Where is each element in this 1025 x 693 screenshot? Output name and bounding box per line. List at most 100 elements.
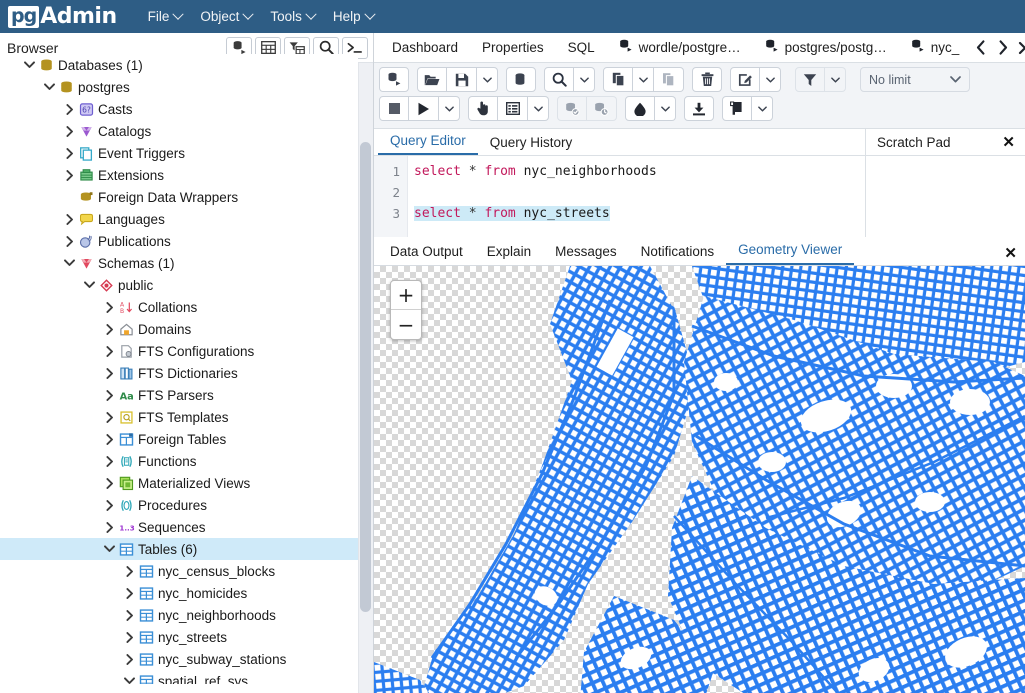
chevron-right-icon[interactable] [102, 368, 117, 379]
tree-item-foreign-data-wrappers[interactable]: Foreign Data Wrappers [0, 186, 358, 208]
tree-item-nyc-homicides[interactable]: nyc_homicides [0, 582, 358, 604]
download-results-button[interactable] [684, 96, 714, 121]
chevron-right-icon[interactable] [122, 654, 137, 665]
tree-item-nyc-neighborhoods[interactable]: nyc_neighborhoods [0, 604, 358, 626]
chevron-right-icon[interactable] [102, 390, 117, 401]
chevron-right-icon[interactable] [122, 610, 137, 621]
filter-button[interactable] [795, 67, 825, 92]
tree-item-event-triggers[interactable]: Event Triggers [0, 142, 358, 164]
tree-item-domains[interactable]: Domains [0, 318, 358, 340]
menu-tools[interactable]: Tools [261, 5, 324, 28]
chevron-right-icon[interactable] [102, 478, 117, 489]
save-file-options-button[interactable] [477, 67, 498, 92]
find-button[interactable] [544, 67, 574, 92]
row-limit-select[interactable]: No limit [860, 67, 970, 92]
code-line[interactable] [414, 182, 865, 203]
chevron-right-icon[interactable] [102, 346, 117, 357]
edit-options-button[interactable] [730, 67, 760, 92]
save-file-button[interactable] [447, 67, 477, 92]
chevron-right-icon[interactable] [62, 236, 77, 247]
tree-item-extensions[interactable]: Extensions [0, 164, 358, 186]
edit-options-caret-button[interactable] [760, 67, 781, 92]
stop-query-button[interactable] [379, 96, 409, 121]
results-tab-data-output[interactable]: Data Output [378, 244, 475, 265]
tree-item-foreign-tables[interactable]: Foreign Tables [0, 428, 358, 450]
chevron-right-icon[interactable] [102, 522, 117, 533]
rollback-button[interactable] [587, 96, 617, 121]
tree-item-languages[interactable]: Languages [0, 208, 358, 230]
tree-item-nyc-census-blocks[interactable]: nyc_census_blocks [0, 560, 358, 582]
clear-options-button[interactable] [655, 96, 676, 121]
results-tab-explain[interactable]: Explain [475, 244, 543, 265]
close-icon[interactable]: ✕ [1002, 135, 1015, 150]
document-tab-wordle-postgre[interactable]: wordle/postgre… [607, 33, 753, 62]
tree-item-databases-1[interactable]: Databases (1) [0, 54, 358, 76]
chevron-right-icon[interactable] [102, 456, 117, 467]
commit-button[interactable] [557, 96, 587, 121]
tab-query-editor[interactable]: Query Editor [378, 133, 478, 155]
tree-item-casts[interactable]: 6?Casts [0, 98, 358, 120]
chevron-right-icon[interactable] [122, 566, 137, 577]
sql-text[interactable]: select * from nyc_neighborhoods select *… [408, 156, 865, 237]
results-tab-geometry-viewer[interactable]: Geometry Viewer [726, 242, 854, 265]
tree-item-fts-templates[interactable]: FTS Templates [0, 406, 358, 428]
tab-close-all-button[interactable] [1015, 36, 1025, 60]
copy-options-button[interactable] [633, 67, 654, 92]
chevron-down-icon[interactable] [22, 61, 37, 69]
document-tab-postgres-postg[interactable]: postgres/postg… [753, 33, 899, 62]
explain-table-button[interactable] [498, 96, 528, 121]
zoom-out-button[interactable]: − [391, 310, 421, 339]
tab-prev-button[interactable] [971, 36, 991, 60]
chevron-right-icon[interactable] [102, 302, 117, 313]
tree-item-spatial-ref-sys[interactable]: spatial_ref_sys [0, 670, 358, 684]
change-connection-button[interactable] [506, 67, 536, 92]
chevron-down-icon[interactable] [62, 259, 77, 267]
document-tab-dashboard[interactable]: Dashboard [380, 33, 470, 62]
open-connection-button[interactable] [379, 67, 409, 92]
results-tab-messages[interactable]: Messages [543, 244, 629, 265]
tree-item-fts-parsers[interactable]: AaFTS Parsers [0, 384, 358, 406]
tree-item-fts-dictionaries[interactable]: FTS Dictionaries [0, 362, 358, 384]
paste-button[interactable] [654, 67, 684, 92]
tree-item-publications[interactable]: Publications [0, 230, 358, 252]
open-file-button[interactable] [417, 67, 447, 92]
chevron-right-icon[interactable] [62, 104, 77, 115]
tree-item-sequences[interactable]: 1..3Sequences [0, 516, 358, 538]
chevron-right-icon[interactable] [62, 170, 77, 181]
execute-options-button[interactable] [439, 96, 460, 121]
tree-item-procedures[interactable]: Procedures [0, 494, 358, 516]
tab-next-button[interactable] [993, 36, 1013, 60]
tree-item-catalogs[interactable]: Catalogs [0, 120, 358, 142]
chevron-right-icon[interactable] [102, 412, 117, 423]
tree-item-collations[interactable]: ABCollations [0, 296, 358, 318]
clear-button[interactable] [625, 96, 655, 121]
chevron-right-icon[interactable] [122, 588, 137, 599]
scratch-pad-textarea[interactable] [866, 156, 1025, 237]
tree-item-fts-configurations[interactable]: FTS Configurations [0, 340, 358, 362]
macro-manage-button[interactable] [722, 96, 752, 121]
copy-button[interactable] [603, 67, 633, 92]
results-tab-notifications[interactable]: Notifications [629, 244, 727, 265]
chevron-right-icon[interactable] [62, 214, 77, 225]
chevron-right-icon[interactable] [102, 324, 117, 335]
tree-item-nyc-streets[interactable]: nyc_streets [0, 626, 358, 648]
geometry-viewer-map[interactable]: + − [374, 266, 1025, 693]
menu-object[interactable]: Object [191, 5, 261, 28]
document-tab-nyc[interactable]: nyc_ [899, 33, 972, 62]
chevron-down-icon[interactable] [102, 545, 117, 553]
chevron-right-icon[interactable] [102, 434, 117, 445]
tree-item-materialized-views[interactable]: Materialized Views [0, 472, 358, 494]
filter-options-button[interactable] [825, 67, 846, 92]
chevron-down-icon[interactable] [42, 83, 57, 91]
tab-query-history[interactable]: Query History [478, 135, 585, 155]
chevron-down-icon[interactable] [82, 281, 97, 289]
chevron-right-icon[interactable] [62, 148, 77, 159]
menu-file[interactable]: File [139, 5, 192, 28]
chevron-right-icon[interactable] [102, 500, 117, 511]
document-tab-sql[interactable]: SQL [556, 33, 607, 62]
object-browser-tree[interactable]: Databases (1)postgres6?CastsCatalogsEven… [0, 54, 358, 684]
code-line[interactable]: select * from nyc_neighborhoods [414, 161, 865, 182]
chevron-right-icon[interactable] [122, 632, 137, 643]
tree-item-postgres[interactable]: postgres [0, 76, 358, 98]
close-icon[interactable]: ✕ [1004, 246, 1017, 265]
